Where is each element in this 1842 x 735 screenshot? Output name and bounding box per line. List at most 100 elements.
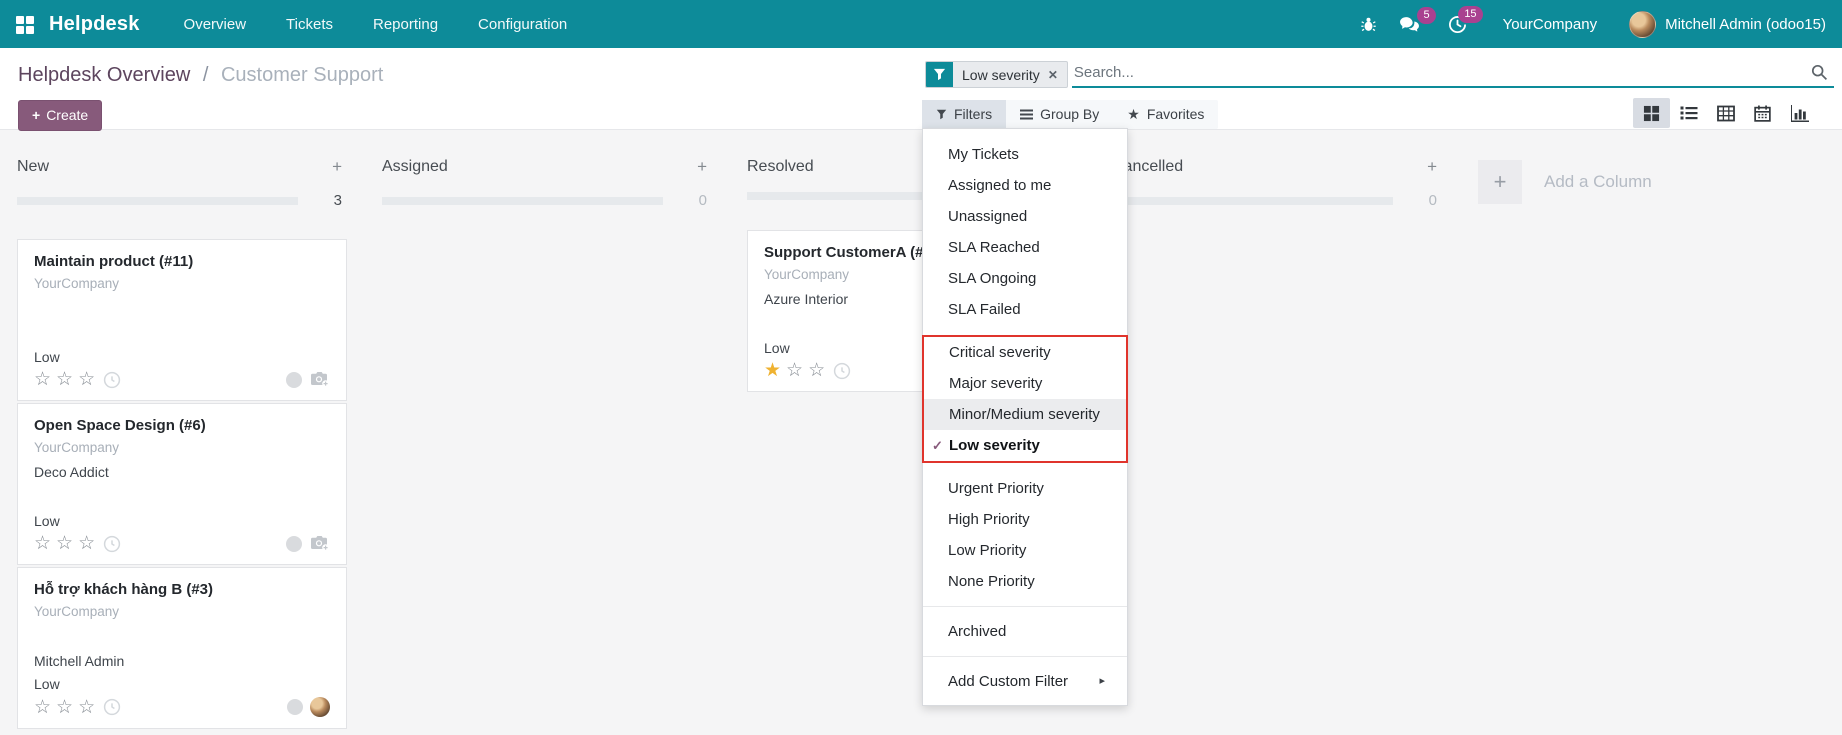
breadcrumb-parent[interactable]: Helpdesk Overview xyxy=(18,64,190,86)
activity-clock-icon[interactable] xyxy=(103,698,121,716)
menu-item-low-priority[interactable]: Low Priority xyxy=(923,535,1127,566)
search-options: Filters Group By ★ Favorites xyxy=(922,100,1218,129)
star-icon[interactable]: ☆ xyxy=(78,370,95,389)
breadcrumb: Helpdesk Overview / Customer Support xyxy=(18,64,383,87)
menu-item-assigned-to-me[interactable]: Assigned to me xyxy=(923,170,1127,201)
app-menu: Overview Tickets Reporting Configuration xyxy=(184,16,568,33)
checkmark-icon: ✓ xyxy=(932,437,943,454)
menu-item-unassigned[interactable]: Unassigned xyxy=(923,201,1127,232)
star-icon[interactable]: ☆ xyxy=(78,698,95,717)
quick-add-ticket-icon[interactable]: + xyxy=(1427,157,1437,177)
kanban-column-assigned: Assigned + 0 xyxy=(382,130,712,209)
activity-clock-icon[interactable] xyxy=(103,371,121,389)
nav-item-reporting[interactable]: Reporting xyxy=(373,16,438,33)
group-by-button[interactable]: Group By xyxy=(1006,100,1113,129)
activity-clock-icon[interactable] xyxy=(103,535,121,553)
status-circle-icon[interactable] xyxy=(286,372,302,388)
status-circle-icon[interactable] xyxy=(287,699,303,715)
star-icon[interactable]: ☆ xyxy=(56,370,73,389)
create-button[interactable]: + Create xyxy=(18,100,102,131)
column-count: 0 xyxy=(1419,192,1437,209)
debug-bug-icon[interactable] xyxy=(1360,16,1377,33)
menu-item-urgent-priority[interactable]: Urgent Priority xyxy=(923,473,1127,504)
star-rating[interactable]: ★ ☆ ☆ xyxy=(764,361,825,380)
search-input[interactable] xyxy=(1072,64,1805,81)
star-icon[interactable]: ★ xyxy=(764,361,781,380)
star-icon[interactable]: ☆ xyxy=(34,534,51,553)
kanban-card[interactable]: Maintain product (#11) YourCompany Low ☆… xyxy=(17,239,347,401)
activity-clock-icon[interactable] xyxy=(833,362,851,380)
filters-button[interactable]: Filters xyxy=(922,100,1006,129)
group-by-button-label: Group By xyxy=(1040,106,1099,122)
star-rating[interactable]: ☆ ☆ ☆ xyxy=(34,698,95,717)
app-name[interactable]: Helpdesk xyxy=(49,13,140,36)
submenu-arrow-icon: ▸ xyxy=(1099,673,1105,690)
activities-button[interactable]: 15 xyxy=(1448,15,1467,34)
facet-remove-icon[interactable]: ✕ xyxy=(1048,68,1058,82)
menu-item-low-severity[interactable]: ✓ Low severity xyxy=(924,430,1126,461)
menu-item-label: Add Custom Filter xyxy=(948,673,1068,690)
calendar-view-icon xyxy=(1754,105,1771,122)
favorite-star-icon: ★ xyxy=(1127,107,1140,121)
star-icon[interactable]: ☆ xyxy=(56,534,73,553)
menu-item-sla-reached[interactable]: SLA Reached xyxy=(923,232,1127,263)
nav-item-overview[interactable]: Overview xyxy=(184,16,247,33)
card-title: Open Space Design (#6) xyxy=(34,417,330,436)
kanban-card[interactable]: Open Space Design (#6) YourCompany Deco … xyxy=(17,403,347,565)
menu-item-my-tickets[interactable]: My Tickets xyxy=(923,139,1127,170)
favorites-button-label: Favorites xyxy=(1147,106,1205,122)
star-rating[interactable]: ☆ ☆ ☆ xyxy=(34,534,95,553)
favorites-button[interactable]: ★ Favorites xyxy=(1113,100,1218,129)
menu-item-minor-medium-severity[interactable]: Minor/Medium severity xyxy=(924,399,1126,430)
funnel-icon xyxy=(936,109,947,120)
search-field xyxy=(1072,58,1834,88)
quick-add-ticket-icon[interactable]: + xyxy=(332,157,342,177)
status-circle-icon[interactable] xyxy=(286,536,302,552)
apps-menu-icon[interactable] xyxy=(16,16,33,33)
star-rating[interactable]: ☆ ☆ ☆ xyxy=(34,370,95,389)
add-column-button[interactable]: + xyxy=(1478,160,1522,204)
star-icon[interactable]: ☆ xyxy=(786,361,803,380)
plus-icon: + xyxy=(32,107,40,123)
menu-item-sla-ongoing[interactable]: SLA Ongoing xyxy=(923,263,1127,294)
nav-item-tickets[interactable]: Tickets xyxy=(286,16,333,33)
user-menu[interactable]: Mitchell Admin (odoo15) xyxy=(1629,11,1826,38)
menu-item-high-priority[interactable]: High Priority xyxy=(923,504,1127,535)
search-facet[interactable]: Low severity ✕ xyxy=(925,61,1068,88)
quick-add-ticket-icon[interactable]: + xyxy=(697,157,707,177)
card-tag: Low xyxy=(34,676,330,692)
pivot-view-button[interactable] xyxy=(1707,98,1744,128)
column-progress-bar xyxy=(17,197,298,205)
calendar-view-button[interactable] xyxy=(1744,98,1781,128)
column-title: Assigned xyxy=(382,158,448,176)
menu-item-sla-failed[interactable]: SLA Failed xyxy=(923,294,1127,325)
star-icon[interactable]: ☆ xyxy=(34,370,51,389)
star-icon[interactable]: ☆ xyxy=(808,361,825,380)
menu-item-critical-severity[interactable]: Critical severity xyxy=(924,337,1126,368)
menu-item-major-severity[interactable]: Major severity xyxy=(924,368,1126,399)
menu-item-label: Low severity xyxy=(949,437,1040,454)
assignee-avatar[interactable] xyxy=(310,697,330,717)
star-icon[interactable]: ☆ xyxy=(34,698,51,717)
star-icon[interactable]: ☆ xyxy=(56,698,73,717)
menu-item-none-priority[interactable]: None Priority xyxy=(923,566,1127,597)
kanban-column-new: New + 3 Maintain product (#11) YourCompa… xyxy=(17,130,347,731)
company-switcher[interactable]: YourCompany xyxy=(1503,16,1598,33)
top-navbar: Helpdesk Overview Tickets Reporting Conf… xyxy=(0,0,1842,48)
menu-item-archived[interactable]: Archived xyxy=(923,616,1127,647)
chat-icon xyxy=(1399,16,1420,33)
kanban-card[interactable]: Hỗ trợ khách hàng B (#3) YourCompany Mit… xyxy=(17,567,347,729)
nav-item-configuration[interactable]: Configuration xyxy=(478,16,567,33)
kanban-column-cancelled: Cancelled + 0 xyxy=(1112,130,1442,209)
messages-button[interactable]: 5 xyxy=(1399,16,1420,33)
list-view-button[interactable] xyxy=(1670,98,1707,128)
add-cover-camera-icon[interactable] xyxy=(309,371,330,388)
search-icon[interactable] xyxy=(1805,64,1834,81)
star-icon[interactable]: ☆ xyxy=(78,534,95,553)
add-cover-camera-icon[interactable] xyxy=(309,535,330,552)
facet-label: Low severity xyxy=(962,67,1040,83)
search-bar: Low severity ✕ xyxy=(925,58,1834,88)
menu-item-add-custom-filter[interactable]: Add Custom Filter ▸ xyxy=(923,666,1127,697)
kanban-view-button[interactable] xyxy=(1633,98,1670,128)
graph-view-button[interactable] xyxy=(1781,98,1818,128)
